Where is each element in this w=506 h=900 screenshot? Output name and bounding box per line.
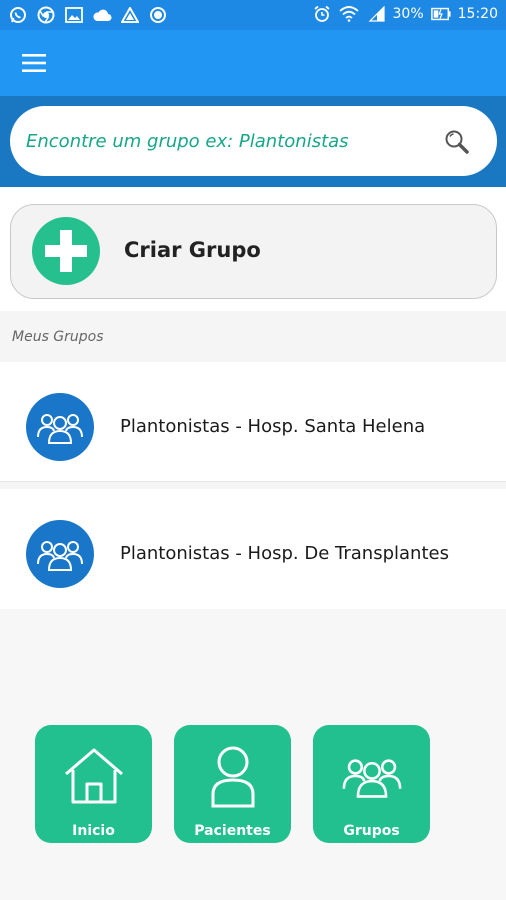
clock: 15:20: [457, 6, 498, 22]
app-bar: [0, 30, 506, 96]
nav-inicio-button[interactable]: Inicio: [35, 725, 152, 843]
cloud-icon: [92, 5, 112, 25]
search-button[interactable]: [441, 126, 473, 158]
search-area: [0, 96, 506, 187]
group-name: Plantonistas - Hosp. Santa Helena: [120, 416, 426, 437]
home-icon: [35, 739, 152, 813]
nav-pacientes-label: Pacientes: [194, 823, 271, 839]
search-bar: [10, 106, 497, 176]
menu-button[interactable]: [14, 46, 54, 80]
status-bar: 30% 15:20: [0, 0, 506, 30]
nav-inicio-label: Inicio: [72, 823, 115, 839]
search-icon: [445, 130, 469, 154]
create-group-section: Criar Grupo: [0, 187, 506, 311]
my-groups-header: Meus Grupos: [12, 329, 104, 345]
circle-icon: [148, 5, 168, 25]
plus-icon: [32, 217, 100, 285]
search-input[interactable]: [26, 124, 426, 158]
group-name: Plantonistas - Hosp. De Transplantes: [120, 543, 449, 564]
create-group-label: Criar Grupo: [124, 238, 261, 262]
status-bar-notifications: [8, 5, 168, 25]
image-icon: [64, 5, 84, 25]
whatsapp-icon: [8, 5, 28, 25]
battery-icon: [430, 4, 451, 24]
group-list-item[interactable]: Plantonistas - Hosp. De Transplantes: [0, 489, 506, 609]
nav-pacientes-button[interactable]: Pacientes: [174, 725, 291, 843]
group-icon: [26, 393, 94, 461]
create-group-button[interactable]: Criar Grupo: [10, 204, 497, 299]
status-bar-system: 30% 15:20: [312, 4, 498, 24]
group-icon: [313, 739, 430, 813]
drive-icon: [120, 5, 140, 25]
wifi-icon: [338, 4, 359, 24]
signal-icon: [366, 4, 386, 24]
person-icon: [174, 739, 291, 813]
alarm-icon: [312, 4, 332, 24]
group-icon: [26, 520, 94, 588]
chrome-icon: [36, 5, 56, 25]
nav-grupos-label: Grupos: [343, 823, 400, 839]
hamburger-menu-icon: [22, 54, 46, 72]
battery-percent: 30%: [392, 6, 424, 22]
group-list-item[interactable]: Plantonistas - Hosp. Santa Helena: [0, 362, 506, 482]
nav-grupos-button[interactable]: Grupos: [313, 725, 430, 843]
